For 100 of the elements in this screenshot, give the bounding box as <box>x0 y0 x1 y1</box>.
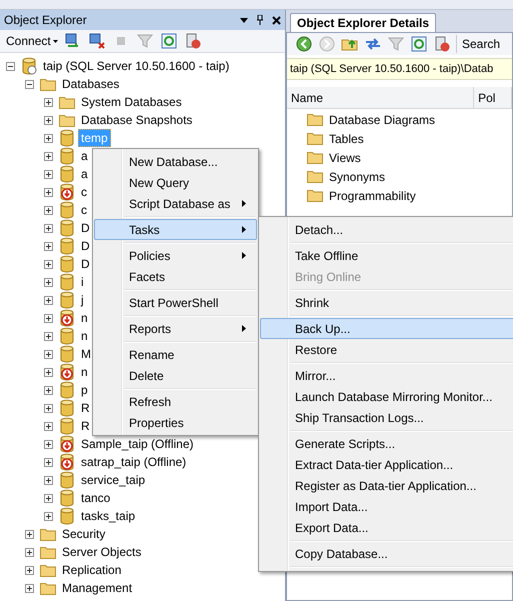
menu-item[interactable]: Import Data... <box>260 496 513 517</box>
refresh-icon[interactable] <box>160 32 178 50</box>
expand-icon[interactable] <box>44 170 53 178</box>
menu-item[interactable]: Refresh <box>94 391 257 412</box>
menu-item[interactable]: Detach... <box>260 219 513 240</box>
tree-item[interactable]: R <box>78 399 93 417</box>
tree-item[interactable]: j <box>78 291 87 309</box>
tree-item[interactable]: i <box>78 273 87 291</box>
collapse-icon[interactable] <box>25 80 34 88</box>
menu-item[interactable]: Export Data... <box>260 517 513 538</box>
expand-icon[interactable] <box>44 260 53 268</box>
expand-icon[interactable] <box>44 152 53 160</box>
tree-item[interactable]: M <box>78 345 94 363</box>
menu-item[interactable]: Copy Database... <box>260 543 513 564</box>
expand-icon[interactable] <box>44 206 53 214</box>
expand-icon[interactable] <box>25 548 34 556</box>
menu-item[interactable]: Rename <box>94 344 257 365</box>
menu-item[interactable]: Mirror... <box>260 365 513 386</box>
search-button[interactable]: Search <box>456 35 500 53</box>
tree-item[interactable]: taip (SQL Server 10.50.1600 - taip) <box>40 57 232 75</box>
tree-item[interactable]: a <box>78 165 91 183</box>
disconnect-icon[interactable] <box>88 32 106 50</box>
close-icon[interactable] <box>272 16 281 24</box>
refresh-icon[interactable] <box>410 35 428 53</box>
tree-item[interactable]: Replication <box>59 561 124 579</box>
column-header[interactable]: Pol <box>474 87 512 108</box>
tree-item[interactable]: p <box>78 381 91 399</box>
tree-item[interactable]: Databases <box>59 75 122 93</box>
menu-item[interactable]: Policies <box>94 245 257 266</box>
expand-icon[interactable] <box>44 242 53 250</box>
tree-item[interactable]: satrap_taip (Offline) <box>78 453 190 471</box>
tree-item[interactable]: D <box>78 237 93 255</box>
menu-item[interactable]: Delete <box>94 365 257 386</box>
dropdown-icon[interactable] <box>240 18 248 22</box>
details-tab[interactable]: Object Explorer Details <box>290 13 436 32</box>
stop-activity-icon[interactable] <box>433 35 451 53</box>
expand-icon[interactable] <box>25 584 34 592</box>
tree-item[interactable]: D <box>78 219 93 237</box>
expand-icon[interactable] <box>44 404 53 412</box>
expand-icon[interactable] <box>44 368 53 376</box>
menu-item[interactable]: Script Database as <box>94 193 257 214</box>
tree-item[interactable]: c <box>78 183 90 201</box>
pin-icon[interactable] <box>256 15 264 25</box>
collapse-icon[interactable] <box>6 62 15 70</box>
expand-icon[interactable] <box>25 566 34 574</box>
connect-button[interactable]: Connect <box>6 32 58 50</box>
tree-item[interactable]: Sample_taip (Offline) <box>78 435 196 453</box>
list-item[interactable]: Database Diagrams <box>329 110 436 128</box>
menu-item[interactable]: Register as Data-tier Application... <box>260 475 513 496</box>
expand-icon[interactable] <box>44 314 53 322</box>
tree-item[interactable]: n <box>78 309 91 327</box>
list-item[interactable]: Synonyms <box>329 168 386 186</box>
menu-item[interactable]: New Database... <box>94 151 257 172</box>
expand-icon[interactable] <box>44 476 53 484</box>
menu-item[interactable]: Reports <box>94 318 257 339</box>
menu-item[interactable]: Take Offline <box>260 245 513 266</box>
expand-icon[interactable] <box>44 512 53 520</box>
menu-item[interactable]: Start PowerShell <box>94 292 257 313</box>
menu-item[interactable]: Generate Scripts... <box>260 433 513 454</box>
expand-icon[interactable] <box>44 440 53 448</box>
expand-icon[interactable] <box>44 422 53 430</box>
menu-item[interactable]: New Query <box>94 172 257 193</box>
menu-item[interactable]: Launch Database Mirroring Monitor... <box>260 386 513 407</box>
expand-icon[interactable] <box>44 458 53 466</box>
tree-item[interactable]: c <box>78 201 90 219</box>
menu-item[interactable]: Properties <box>94 412 257 433</box>
menu-item[interactable]: Tasks <box>94 219 257 240</box>
menu-item[interactable]: Ship Transaction Logs... <box>260 407 513 428</box>
tree-item[interactable]: Security <box>59 525 108 543</box>
expand-icon[interactable] <box>44 296 53 304</box>
expand-icon[interactable] <box>44 224 53 232</box>
tree-item[interactable]: Server Objects <box>59 543 144 561</box>
column-header[interactable]: Name <box>287 87 474 108</box>
expand-icon[interactable] <box>44 278 53 286</box>
tree-item[interactable]: R <box>78 417 93 435</box>
menu-item[interactable]: Facets <box>94 266 257 287</box>
list-item[interactable]: Programmability <box>329 186 416 204</box>
tree-item[interactable]: n <box>78 363 91 381</box>
menu-item[interactable]: Shrink <box>260 292 513 313</box>
tree-item[interactable]: Database Snapshots <box>78 111 196 129</box>
expand-icon[interactable] <box>44 494 53 502</box>
menu-item[interactable]: Back Up... <box>260 318 513 339</box>
expand-icon[interactable] <box>44 98 53 106</box>
list-item[interactable]: Tables <box>329 130 364 148</box>
expand-icon[interactable] <box>44 332 53 340</box>
tree-item[interactable]: service_taip <box>78 471 148 489</box>
stop-activity-icon[interactable] <box>184 32 202 50</box>
tree-item[interactable]: n <box>78 327 91 345</box>
tree-item[interactable]: tanco <box>78 489 114 507</box>
expand-icon[interactable] <box>44 386 53 394</box>
expand-icon[interactable] <box>44 350 53 358</box>
tree-item[interactable]: Management <box>59 579 136 597</box>
menu-item[interactable]: Extract Data-tier Application... <box>260 454 513 475</box>
back-icon[interactable] <box>295 35 313 53</box>
expand-icon[interactable] <box>44 116 53 124</box>
tree-item[interactable]: System Databases <box>78 93 185 111</box>
expand-icon[interactable] <box>44 188 53 196</box>
tree-item[interactable]: D <box>78 255 93 273</box>
expand-icon[interactable] <box>25 530 34 538</box>
menu-item[interactable]: Restore <box>260 339 513 360</box>
